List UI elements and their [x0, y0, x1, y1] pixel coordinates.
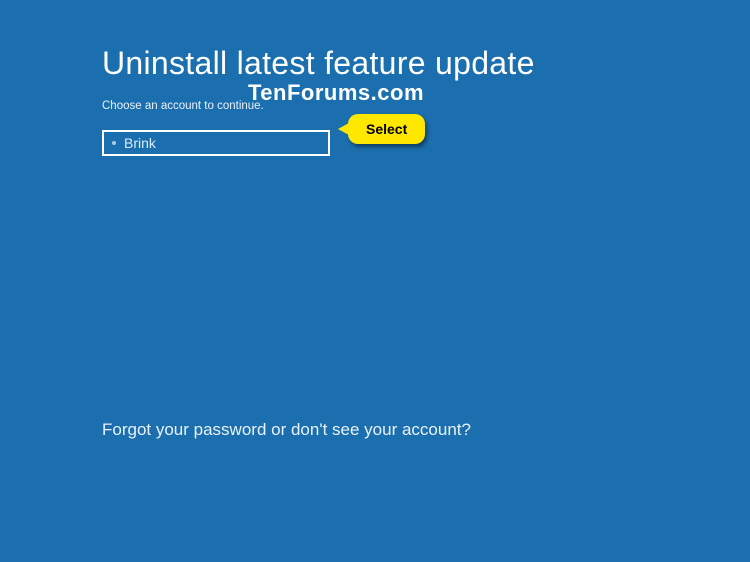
page-subtitle: Choose an account to continue. [102, 100, 750, 112]
account-bullet-icon [112, 141, 116, 145]
account-item[interactable]: Brink [102, 130, 330, 156]
page-title: Uninstall latest feature update [102, 45, 750, 82]
forgot-password-link[interactable]: Forgot your password or don't see your a… [102, 420, 471, 440]
watermark-text: TenForums.com [248, 80, 424, 106]
select-callout: Select [348, 114, 425, 144]
account-name: Brink [124, 135, 156, 151]
